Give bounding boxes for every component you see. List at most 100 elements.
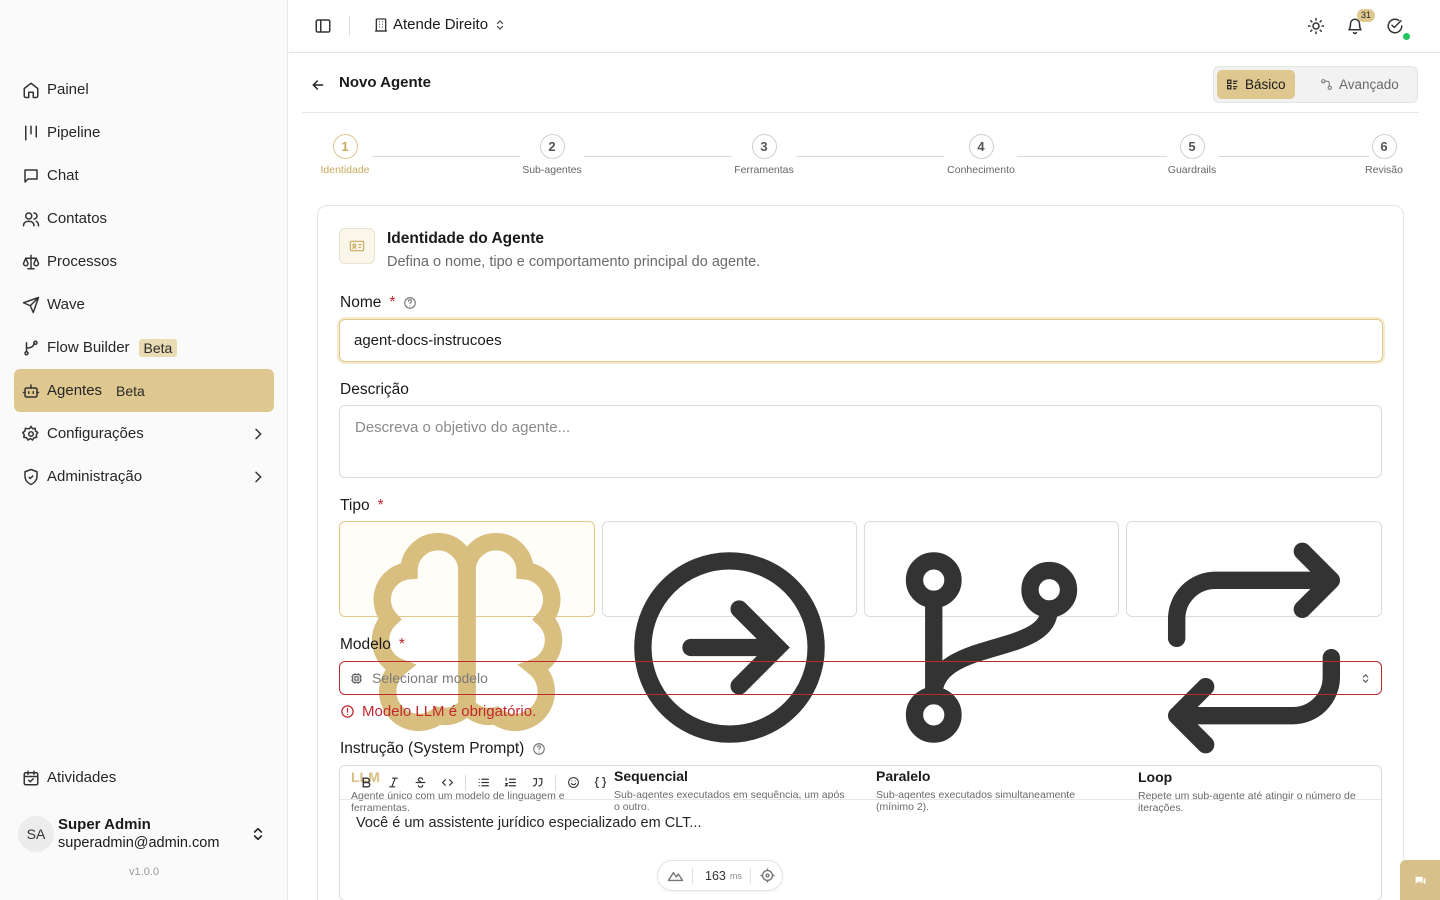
step-sub-agentes[interactable]: 2 Sub-agentes bbox=[517, 134, 587, 176]
model-select[interactable]: Selecionar modelo bbox=[339, 661, 1382, 695]
strikethrough-icon[interactable] bbox=[407, 771, 434, 795]
topbar: Atende Direito 31 bbox=[289, 0, 1440, 53]
mode-basic-label: Básico bbox=[1245, 77, 1286, 92]
chat-widget-button[interactable] bbox=[1400, 860, 1440, 900]
sidebar-item-wave[interactable]: Wave bbox=[14, 283, 274, 326]
online-status-dot bbox=[1403, 33, 1410, 40]
name-label-text: Nome bbox=[340, 294, 382, 311]
step-label: Guardrails bbox=[1167, 164, 1217, 176]
type-option-llm[interactable]: LLM Agente único com um modelo de lingua… bbox=[339, 521, 595, 814]
list-icon bbox=[1226, 78, 1239, 91]
user-info: Super Admin superadmin@admin.com bbox=[58, 816, 219, 852]
step-number: 1 bbox=[332, 134, 358, 159]
step-conhecimento[interactable]: 4 Conhecimento bbox=[941, 134, 1021, 176]
page-title: Novo Agente bbox=[339, 74, 431, 91]
chevrons-up-down-icon bbox=[250, 826, 266, 842]
toolbar-divider bbox=[465, 774, 466, 791]
latency-unit: ms bbox=[729, 870, 742, 881]
step-number: 2 bbox=[539, 134, 565, 159]
sidebar-item-chat[interactable]: Chat bbox=[14, 154, 274, 197]
type-option-loop[interactable]: Loop Repete um sub-agente até atingir o … bbox=[1126, 521, 1382, 814]
user-menu[interactable]: SA Super Admin superadmin@admin.com bbox=[18, 810, 274, 858]
bold-icon[interactable] bbox=[353, 771, 380, 795]
git-branch-icon bbox=[876, 532, 1107, 763]
step-number: 6 bbox=[1371, 134, 1397, 159]
type-option-sequencial[interactable]: Sequencial Sub-agentes executados em seq… bbox=[602, 521, 857, 813]
identity-card: Identidade do Agente Defina o nome, tipo… bbox=[317, 205, 1404, 900]
error-text: Modelo LLM é obrigatório. bbox=[362, 703, 537, 720]
emoji-icon[interactable] bbox=[560, 771, 587, 795]
notification-count-badge: 31 bbox=[1357, 9, 1376, 22]
sidebar-item-atividades[interactable]: Atividades bbox=[14, 756, 274, 799]
braces-icon[interactable] bbox=[587, 771, 614, 795]
sidebar-item-painel[interactable]: Painel bbox=[14, 68, 274, 111]
organization-switcher[interactable]: Atende Direito bbox=[373, 16, 506, 33]
status-check-icon[interactable] bbox=[1386, 17, 1404, 35]
home-icon bbox=[22, 81, 40, 99]
latency-value: 163 bbox=[705, 868, 726, 883]
theme-sun-icon[interactable] bbox=[1307, 17, 1325, 35]
sidebar-item-agentes[interactable]: Agentes Beta bbox=[14, 369, 274, 412]
step-identidade[interactable]: 1 Identidade bbox=[317, 134, 373, 176]
step-label: Ferramentas bbox=[734, 164, 794, 176]
instruction-editor: Você é um assistente jurídico especializ… bbox=[339, 765, 1382, 900]
type-label: Tipo * bbox=[340, 497, 384, 515]
divider bbox=[349, 16, 350, 36]
toolbar-divider bbox=[555, 774, 556, 791]
quote-icon[interactable] bbox=[524, 771, 551, 795]
user-email: superadmin@admin.com bbox=[58, 835, 220, 851]
beta-badge: Beta bbox=[138, 338, 178, 357]
instruction-label-text: Instrução (System Prompt) bbox=[340, 740, 525, 757]
mode-basic-button[interactable]: Básico bbox=[1217, 70, 1295, 99]
alert-circle-icon bbox=[340, 704, 355, 719]
sidebar-item-label: Contatos bbox=[47, 210, 108, 227]
help-circle-icon[interactable] bbox=[403, 296, 417, 310]
crosshair-icon bbox=[759, 867, 776, 884]
step-number: 5 bbox=[1179, 134, 1205, 159]
calendar-check-icon bbox=[22, 769, 40, 787]
sidebar-item-processos[interactable]: Processos bbox=[14, 240, 274, 283]
code-icon[interactable] bbox=[434, 771, 461, 795]
id-card-icon bbox=[339, 228, 375, 264]
numbered-list-icon[interactable] bbox=[497, 771, 524, 795]
sidebar-item-pipeline[interactable]: Pipeline bbox=[14, 111, 274, 154]
gear-icon bbox=[22, 424, 40, 443]
avatar: SA bbox=[18, 816, 54, 852]
divider bbox=[692, 867, 693, 884]
bullet-list-icon[interactable] bbox=[470, 771, 497, 795]
step-revisao[interactable]: 6 Revisão bbox=[1362, 134, 1406, 176]
performance-indicator[interactable]: 163 ms bbox=[657, 860, 783, 891]
sidebar: Painel Pipeline Chat Contatos Processos … bbox=[0, 0, 288, 900]
model-placeholder: Selecionar modelo bbox=[372, 670, 488, 686]
sidebar-item-flow-builder[interactable]: Flow Builder Beta bbox=[14, 326, 274, 369]
user-name: Super Admin bbox=[58, 816, 151, 833]
page-header: Novo Agente Básico Avançado bbox=[302, 54, 1419, 113]
step-connector bbox=[1219, 156, 1369, 157]
sidebar-item-administracao[interactable]: Administração bbox=[14, 455, 274, 498]
arrow-left-icon[interactable] bbox=[310, 77, 326, 93]
description-textarea[interactable]: Descreva o objetivo do agente... bbox=[339, 405, 1382, 478]
bot-icon bbox=[22, 382, 40, 400]
step-guardrails[interactable]: 5 Guardrails bbox=[1164, 134, 1220, 176]
card-title: Identidade do Agente bbox=[387, 230, 545, 247]
beta-badge: Beta bbox=[116, 382, 145, 399]
description-label: Descrição bbox=[340, 381, 409, 398]
mode-advanced-button[interactable]: Avançado bbox=[1311, 70, 1408, 99]
sidebar-item-label: Chat bbox=[47, 167, 79, 184]
instruction-label: Instrução (System Prompt) bbox=[340, 740, 546, 758]
required-mark: * bbox=[377, 497, 384, 514]
editor-toolbar bbox=[340, 766, 1381, 800]
instruction-content[interactable]: Você é um assistente jurídico especializ… bbox=[340, 800, 1381, 846]
step-ferramentas[interactable]: 3 Ferramentas bbox=[729, 134, 799, 176]
type-option-paralelo[interactable]: Paralelo Sub-agentes executados simultan… bbox=[864, 521, 1119, 813]
sidebar-item-contatos[interactable]: Contatos bbox=[14, 197, 274, 240]
help-circle-icon[interactable] bbox=[532, 742, 546, 756]
step-label: Identidade bbox=[320, 164, 370, 176]
sidebar-item-label: Configurações bbox=[47, 425, 144, 442]
required-mark: * bbox=[398, 636, 405, 653]
sidebar-toggle-icon[interactable] bbox=[314, 17, 332, 35]
sidebar-item-configuracoes[interactable]: Configurações bbox=[14, 412, 274, 455]
name-input[interactable]: agent-docs-instrucoes bbox=[339, 319, 1383, 362]
italic-icon[interactable] bbox=[380, 771, 407, 795]
chat-bubble-icon bbox=[1414, 874, 1427, 887]
